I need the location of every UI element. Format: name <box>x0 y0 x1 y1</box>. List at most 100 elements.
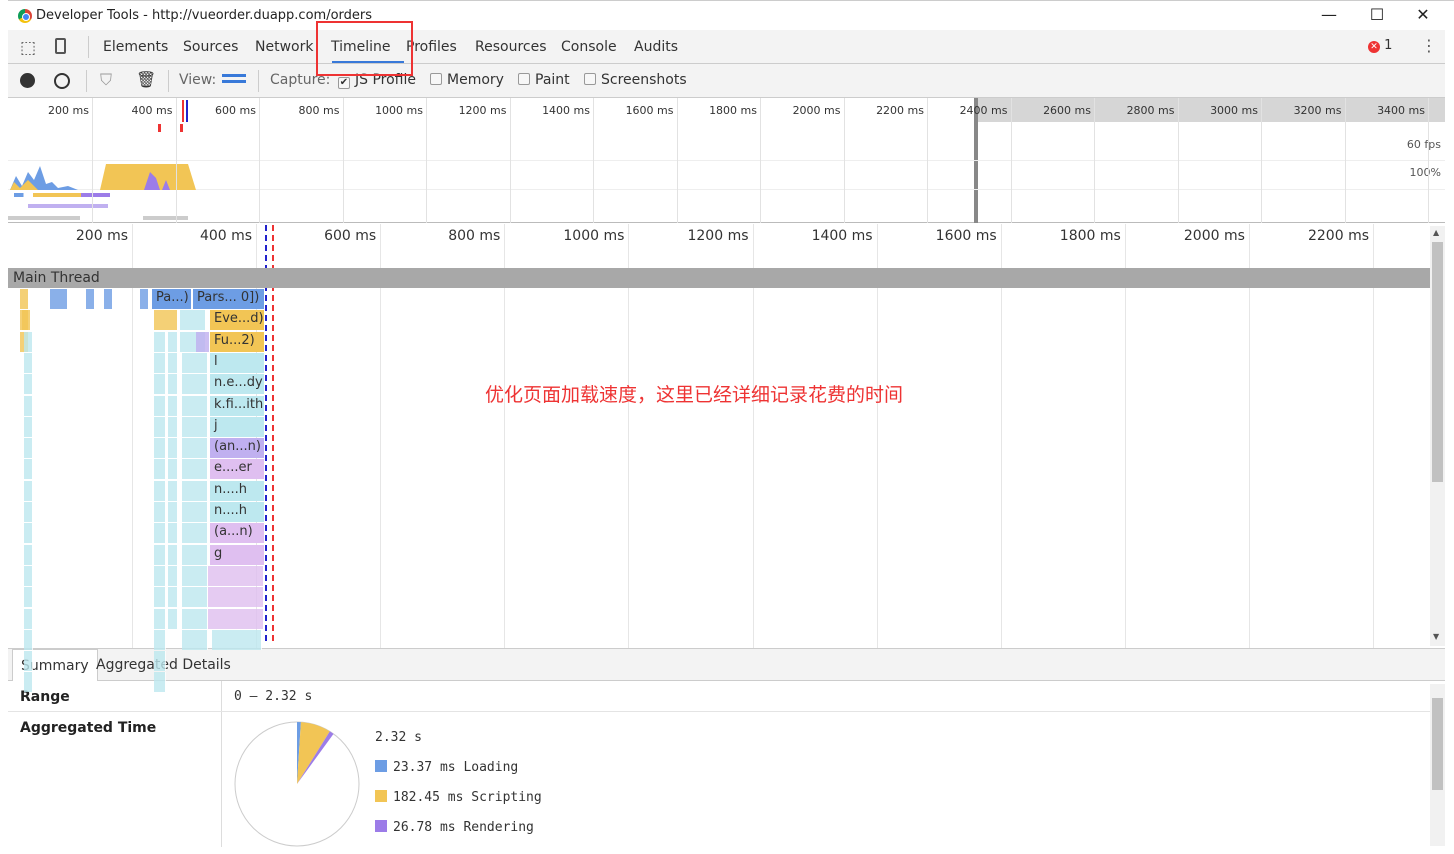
checkbox-icon[interactable] <box>518 73 530 85</box>
flame-block[interactable] <box>154 395 166 416</box>
flame-block[interactable] <box>154 459 166 480</box>
flame-block[interactable] <box>154 523 166 544</box>
flame-block[interactable]: j <box>210 416 265 437</box>
scroll-up-icon[interactable]: ▲ <box>1433 228 1439 237</box>
flame-block[interactable] <box>168 480 178 501</box>
flame-block[interactable]: (a...n) <box>210 523 265 544</box>
flame-block[interactable] <box>168 523 178 544</box>
flame-block[interactable] <box>154 629 166 650</box>
flame-chart-view-icon[interactable] <box>222 74 246 86</box>
flame-block[interactable] <box>168 416 178 437</box>
flame-block[interactable] <box>182 608 208 629</box>
flame-block[interactable] <box>24 395 33 416</box>
checkbox-icon[interactable] <box>430 73 442 85</box>
filter-icon[interactable]: ⛉ <box>100 70 112 90</box>
flame-block[interactable] <box>154 352 166 373</box>
flame-block[interactable] <box>24 331 33 352</box>
more-menu-icon[interactable]: ⋮ <box>1421 36 1437 55</box>
flame-block[interactable] <box>140 289 149 309</box>
flame-block[interactable]: e....er <box>210 459 265 480</box>
flame-block[interactable] <box>154 608 166 629</box>
flame-block[interactable] <box>24 587 33 608</box>
flame-block[interactable] <box>86 289 95 309</box>
flame-block[interactable] <box>182 352 208 373</box>
flame-block[interactable] <box>182 395 208 416</box>
clear-icon[interactable] <box>54 73 70 89</box>
flame-block[interactable] <box>24 608 33 629</box>
flame-block[interactable]: l <box>210 352 265 373</box>
flame-block[interactable] <box>24 502 33 522</box>
flame-block[interactable] <box>212 629 262 650</box>
flame-block[interactable] <box>24 352 33 373</box>
flame-block[interactable] <box>154 565 166 586</box>
flame-block[interactable] <box>24 544 33 565</box>
timeline-ruler[interactable]: 200 ms 400 ms 600 ms 800 ms 1000 ms 1200 ms 14… <box>8 224 1430 648</box>
flame-block[interactable] <box>154 331 166 352</box>
tab-network[interactable]: Network <box>255 39 313 55</box>
flame-block[interactable]: Pa...) <box>152 289 192 309</box>
flame-block[interactable] <box>168 544 178 565</box>
flame-block[interactable] <box>182 438 208 459</box>
checkbox-icon[interactable] <box>584 73 596 85</box>
flame-block[interactable] <box>208 587 264 608</box>
tab-console[interactable]: Console <box>561 39 617 55</box>
flame-block[interactable] <box>168 374 178 395</box>
flame-block[interactable] <box>182 502 208 522</box>
flame-block[interactable] <box>154 480 166 501</box>
flame-block[interactable]: (an...n) <box>210 438 265 459</box>
tab-profiles[interactable]: Profiles <box>406 39 457 55</box>
flame-block[interactable] <box>24 565 33 586</box>
flame-block[interactable] <box>24 629 33 650</box>
tab-resources[interactable]: Resources <box>475 39 547 55</box>
trash-icon[interactable]: 🗑 <box>136 70 156 89</box>
minimize-button[interactable]: — <box>1314 5 1344 24</box>
flame-block[interactable] <box>24 438 33 459</box>
scrollbar-thumb[interactable] <box>1432 698 1443 790</box>
flame-block[interactable] <box>104 289 113 309</box>
timeline-overview[interactable]: 60 fps 100% 200 ms 400 ms 600 ms 800 ms 1000… <box>8 98 1445 223</box>
flame-block[interactable] <box>24 651 33 672</box>
flame-block[interactable]: n.e...dy <box>210 374 265 395</box>
flame-block[interactable] <box>154 310 178 331</box>
flame-block[interactable] <box>168 331 178 352</box>
close-button[interactable]: ✕ <box>1408 5 1438 24</box>
flame-block[interactable] <box>196 331 210 352</box>
flame-block[interactable] <box>168 608 178 629</box>
flame-block[interactable]: Eve...d) <box>210 310 265 331</box>
capture-screenshots-checkbox[interactable]: Screenshots <box>584 72 687 88</box>
flame-block[interactable] <box>182 523 208 544</box>
flame-block[interactable] <box>154 374 166 395</box>
tab-audits[interactable]: Audits <box>634 39 678 55</box>
capture-paint-checkbox[interactable]: Paint <box>518 72 570 88</box>
flame-block[interactable] <box>182 374 208 395</box>
flame-block[interactable] <box>154 438 166 459</box>
flame-block[interactable] <box>208 565 264 586</box>
flame-chart-scrollbar[interactable]: ▲ ▼ <box>1430 226 1445 646</box>
flame-block[interactable] <box>154 651 166 672</box>
flame-block[interactable] <box>180 310 206 331</box>
flame-block[interactable] <box>24 672 33 693</box>
flame-block[interactable] <box>168 459 178 480</box>
tab-elements[interactable]: Elements <box>103 39 168 55</box>
flame-block[interactable] <box>24 459 33 480</box>
flame-block[interactable] <box>24 480 33 501</box>
flame-block[interactable] <box>168 438 178 459</box>
flame-block[interactable] <box>50 289 68 309</box>
flame-block[interactable] <box>182 629 208 650</box>
summary-scrollbar[interactable] <box>1430 684 1445 846</box>
error-counter[interactable]: ✕ 1 <box>1368 38 1392 53</box>
flame-block[interactable] <box>168 565 178 586</box>
main-thread-header[interactable]: Main Thread <box>8 268 1430 288</box>
flame-block[interactable]: n....h <box>210 480 265 501</box>
flame-block[interactable] <box>168 395 178 416</box>
flame-block[interactable] <box>182 544 208 565</box>
flame-block[interactable] <box>168 502 178 522</box>
flame-block[interactable] <box>154 502 166 522</box>
flame-block[interactable] <box>208 608 264 629</box>
flame-block[interactable] <box>154 416 166 437</box>
flame-block[interactable] <box>182 480 208 501</box>
flame-block[interactable] <box>22 310 31 331</box>
flame-block[interactable] <box>24 374 33 395</box>
capture-memory-checkbox[interactable]: Memory <box>430 72 504 88</box>
flame-block[interactable] <box>154 544 166 565</box>
